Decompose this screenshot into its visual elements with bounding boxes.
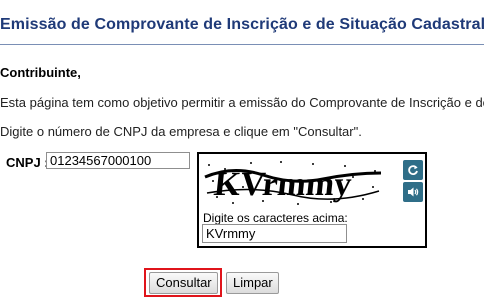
refresh-icon	[408, 165, 418, 175]
consultar-button[interactable]: Consultar	[149, 272, 218, 294]
intro-paragraph: Esta página tem como objetivo permitir a…	[0, 95, 484, 110]
cnpj-label: CNPJ :	[6, 155, 49, 170]
greeting: Contribuinte,	[0, 65, 81, 80]
captcha-panel: KVrmmy Digite os caracteres acima:	[197, 152, 427, 248]
captcha-image: KVrmmy	[203, 157, 383, 209]
instruction-paragraph: Digite o número de CNPJ da empresa e cli…	[0, 124, 362, 139]
speaker-icon	[408, 187, 419, 197]
limpar-button[interactable]: Limpar	[226, 272, 279, 294]
page-title: Emissão de Comprovante de Inscrição e de…	[0, 16, 484, 33]
captcha-prompt: Digite os caracteres acima:	[203, 211, 348, 225]
title-divider	[0, 44, 484, 45]
cnpj-input[interactable]	[46, 152, 190, 169]
captcha-text: KVrmmy	[212, 166, 353, 203]
refresh-captcha-button[interactable]	[403, 160, 423, 180]
captcha-input[interactable]	[202, 224, 347, 243]
audio-captcha-button[interactable]	[403, 182, 423, 202]
